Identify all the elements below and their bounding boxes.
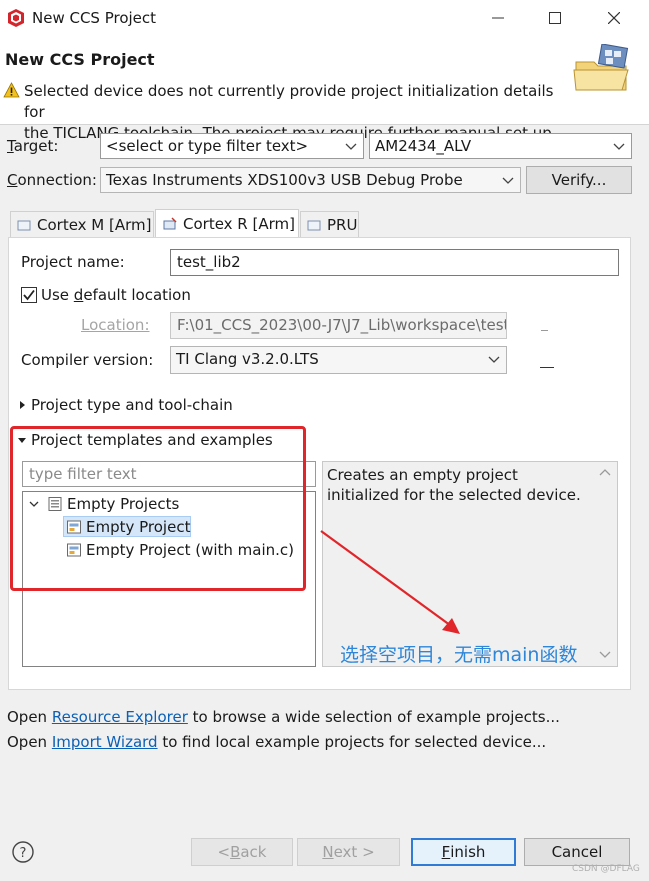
next-button[interactable]: Next > xyxy=(297,838,400,866)
cortex-core-icon xyxy=(163,217,177,230)
cortex-core-icon xyxy=(17,220,31,231)
footer-text: to browse a wide selection of example pr… xyxy=(187,708,560,726)
target-device-combo[interactable]: AM2434_ALV xyxy=(369,133,632,159)
folder-wizard-icon xyxy=(573,44,629,91)
back-button[interactable]: < Back xyxy=(191,838,293,866)
target-filter-combo[interactable]: <select or type filter text> xyxy=(100,133,364,159)
window-title: New CCS Project xyxy=(32,9,157,27)
use-default-location-label: Use default location xyxy=(41,286,191,304)
chevron-down-icon xyxy=(502,177,514,184)
import-wizard-link[interactable]: Import Wizard xyxy=(52,733,158,751)
verify-button[interactable]: Verify... xyxy=(526,166,632,194)
minimize-button[interactable] xyxy=(469,0,527,36)
target-label: Target: xyxy=(7,137,59,155)
project-name-input[interactable]: test_lib2 xyxy=(170,249,619,276)
maximize-button[interactable] xyxy=(526,0,584,36)
compiler-version-combo[interactable]: TI Clang v3.2.0.LTS xyxy=(170,346,507,374)
target-device-value: AM2434_ALV xyxy=(375,137,472,155)
tab-label: PRU xyxy=(327,216,358,234)
page-title: New CCS Project xyxy=(5,50,155,69)
import-wizard-line: Open Import Wizard to find local example… xyxy=(7,733,546,751)
connection-value: Texas Instruments XDS100v3 USB Debug Pro… xyxy=(106,171,463,189)
chevron-down-icon xyxy=(345,143,357,150)
target-filter-value: <select or type filter text> xyxy=(106,137,309,155)
annotation-arrow-icon xyxy=(320,530,460,634)
chevron-right-icon xyxy=(20,401,25,409)
tab-label: Cortex R [Arm] xyxy=(183,215,295,233)
svg-text:?: ? xyxy=(20,846,27,861)
section-toolchain-label: Project type and tool-chain xyxy=(31,396,233,414)
compiler-version-label: Compiler version: xyxy=(21,351,154,369)
maximize-icon xyxy=(549,12,561,24)
watermark: CSDN @DFLAG xyxy=(572,864,640,874)
footer-text: to find local example projects for selec… xyxy=(157,733,547,751)
location-label: Location: xyxy=(81,316,150,334)
finish-button[interactable]: Finish xyxy=(411,838,516,866)
minimize-icon xyxy=(492,17,504,19)
pru-core-icon xyxy=(307,220,321,231)
section-toolchain[interactable]: Project type and tool-chain xyxy=(17,396,233,414)
annotation-text: 选择空项目，无需main函数 xyxy=(340,644,578,666)
use-default-location-checkbox[interactable] xyxy=(21,287,37,303)
chevron-down-icon xyxy=(488,356,500,363)
tab-label: Cortex M [Arm] xyxy=(37,216,152,234)
ccs-app-icon xyxy=(8,9,24,27)
compiler-version-value: TI Clang v3.2.0.LTS xyxy=(176,350,319,368)
tab-cortex-m[interactable]: Cortex M [Arm] xyxy=(10,211,154,238)
close-button[interactable] xyxy=(585,0,643,36)
scroll-down-icon[interactable] xyxy=(598,648,612,660)
chevron-down-icon xyxy=(613,143,625,150)
footer-text: Open xyxy=(7,733,52,751)
help-icon[interactable]: ? xyxy=(11,840,35,864)
location-input[interactable]: F:\01_CCS_2023\00-J7\J7_Lib\workspace\te… xyxy=(170,312,507,339)
browse-location-button[interactable] xyxy=(541,330,548,331)
resource-explorer-link[interactable]: Resource Explorer xyxy=(52,708,188,726)
scroll-up-icon[interactable] xyxy=(598,467,612,479)
annotation-highlight-box xyxy=(10,426,306,591)
close-icon xyxy=(608,12,620,24)
template-description: Creates an empty project initialized for… xyxy=(327,466,581,504)
checkmark-icon xyxy=(23,289,35,301)
cancel-button[interactable]: Cancel xyxy=(524,838,630,866)
tab-pru[interactable]: PRU xyxy=(300,211,359,238)
warning-line-1: Selected device does not currently provi… xyxy=(24,82,554,121)
connection-label: Connection: xyxy=(7,171,97,189)
resource-explorer-line: Open Resource Explorer to browse a wide … xyxy=(7,708,560,726)
more-compilers-button[interactable] xyxy=(540,367,554,368)
warning-icon xyxy=(3,82,20,98)
connection-combo[interactable]: Texas Instruments XDS100v3 USB Debug Pro… xyxy=(100,167,521,193)
footer-text: Open xyxy=(7,708,52,726)
tab-cortex-r[interactable]: Cortex R [Arm] xyxy=(155,209,299,238)
project-name-label: Project name: xyxy=(21,253,125,271)
